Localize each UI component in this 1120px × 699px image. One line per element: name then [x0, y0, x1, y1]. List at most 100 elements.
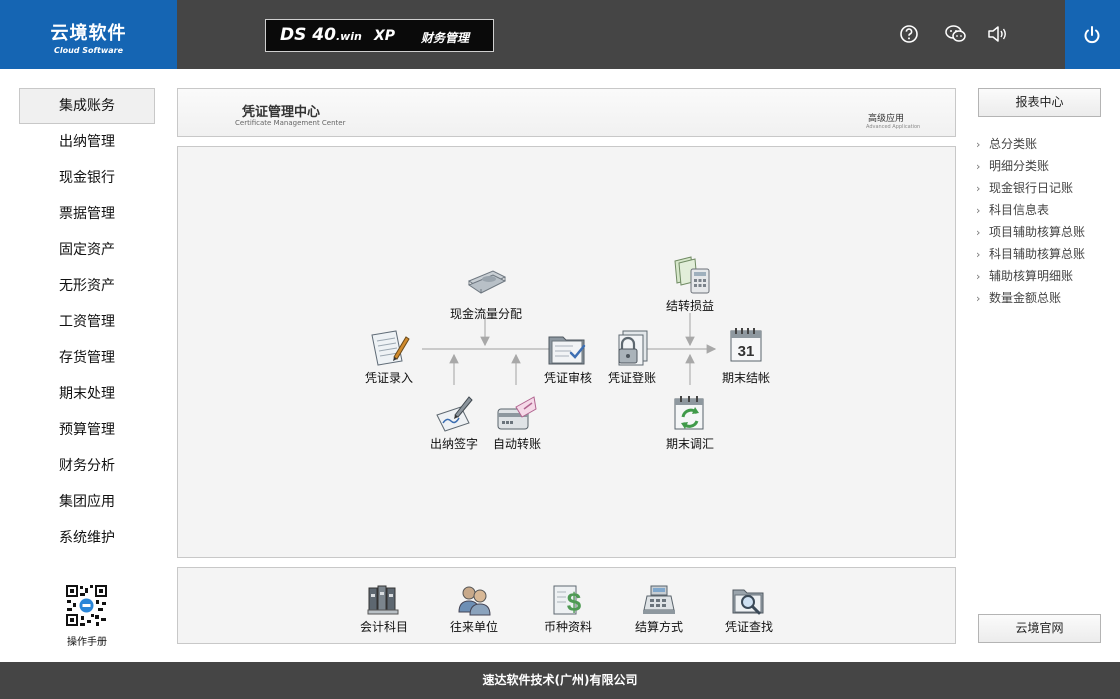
help-icon[interactable]	[899, 24, 921, 46]
node-label: 现金流量分配	[449, 307, 522, 321]
nav-item[interactable]: 系统维护	[19, 520, 155, 556]
search-folder-icon	[731, 582, 767, 616]
left-nav: 集成账务 出纳管理 现金银行 票据管理 固定资产 无形资产 工资管理 存货管理 期末处理 预算管理…	[19, 88, 155, 556]
flow-voucher-posting[interactable]: 凭证登账	[604, 327, 660, 386]
report-link-label: 数量金额总账	[989, 291, 1062, 305]
tool-label: 往来单位	[449, 620, 498, 634]
page-subtitle: Certificate Management Center	[235, 119, 346, 127]
card-transfer-icon	[494, 393, 540, 433]
folder-check-icon	[545, 327, 591, 367]
voucher-flow-panel: 现金流量分配 结转损益 凭证录入 凭证审核 凭证登账 31 期末结帐 出纳签字 …	[177, 146, 956, 558]
product-edition: XP	[374, 28, 396, 44]
chevron-right-icon: ›	[976, 160, 981, 173]
report-link[interactable]: › 项目辅助核算总账	[976, 223, 1116, 245]
calendar-icon: 31	[723, 323, 769, 367]
flow-transfer-profit-loss[interactable]: 结转损益	[659, 255, 721, 314]
tool-label: 凭证查找	[724, 620, 773, 634]
nav-item[interactable]: 集成账务	[19, 88, 155, 124]
nav-item[interactable]: 无形资产	[19, 268, 155, 304]
report-link-label: 项目辅助核算总账	[989, 225, 1086, 239]
report-link-label: 明细分类账	[989, 159, 1050, 173]
flow-period-close[interactable]: 31 期末结帐	[716, 323, 776, 386]
calculator-money-icon	[667, 255, 713, 295]
report-link[interactable]: › 明细分类账	[976, 157, 1116, 179]
report-link[interactable]: › 现金银行日记账	[976, 179, 1116, 201]
footer-company: 速达软件技术(广州)有限公司	[0, 662, 1120, 699]
manual-label[interactable]: 操作手册	[50, 633, 124, 648]
report-link-label: 总分类账	[989, 137, 1038, 151]
chevron-right-icon: ›	[976, 138, 981, 151]
tool-account-subjects[interactable]: 会计科目	[356, 582, 412, 635]
node-label: 期末调汇	[665, 437, 714, 451]
nav-item[interactable]: 出纳管理	[19, 124, 155, 160]
product-version: DS 40.win	[280, 25, 362, 45]
document-pen-icon	[366, 327, 412, 367]
calendar-refresh-icon	[667, 393, 713, 433]
tool-currency[interactable]: $ 币种资料	[540, 582, 596, 635]
flow-cashier-sign[interactable]: 出纳签字	[423, 393, 485, 452]
report-link[interactable]: › 总分类账	[976, 135, 1116, 157]
cash-register-icon	[641, 582, 677, 616]
tool-label: 结算方式	[634, 620, 683, 634]
svg-text:$: $	[567, 587, 582, 616]
tool-voucher-search[interactable]: 凭证查找	[721, 582, 777, 635]
svg-text:31: 31	[738, 343, 755, 360]
chevron-right-icon: ›	[976, 248, 981, 261]
report-links: › 总分类账 › 明细分类账 › 现金银行日记账 › 科目信息表 › 项目辅助核算总账 › 科目辅助核…	[976, 135, 1116, 311]
top-bar: 云境软件 Cloud Software DS 40.win XP 财务管理	[0, 0, 1120, 69]
flow-cashflow-allocation[interactable]: 现金流量分配	[444, 263, 528, 322]
logo-text-en: Cloud Software	[53, 46, 124, 55]
flow-voucher-audit[interactable]: 凭证审核	[540, 327, 596, 386]
contacts-icon	[456, 582, 492, 616]
flow-voucher-entry[interactable]: 凭证录入	[358, 327, 420, 386]
tool-label: 会计科目	[359, 620, 408, 634]
node-label: 凭证登账	[607, 371, 656, 385]
tool-label: 币种资料	[543, 620, 592, 634]
tool-settlement-method[interactable]: 结算方式	[631, 582, 687, 635]
page-title: 凭证管理中心	[242, 105, 321, 120]
folder-lock-icon	[609, 327, 655, 367]
report-link[interactable]: › 辅助核算明细账	[976, 267, 1116, 289]
node-label: 出纳签字	[429, 437, 478, 451]
nav-item[interactable]: 期末处理	[19, 376, 155, 412]
report-center-button[interactable]: 报表中心	[978, 88, 1101, 117]
qr-code-icon[interactable]	[65, 584, 108, 627]
flow-period-fx-adjust[interactable]: 期末调汇	[659, 393, 721, 452]
ledger-binders-icon	[366, 582, 402, 616]
cash-stack-icon	[463, 263, 509, 303]
advanced-app-link[interactable]: 高级应用	[868, 111, 904, 124]
node-label: 结转损益	[665, 299, 714, 313]
nav-item[interactable]: 工资管理	[19, 304, 155, 340]
tools-panel: 会计科目 往来单位 $ 币种资料 结算方式 凭证查找	[177, 567, 956, 644]
nav-item[interactable]: 固定资产	[19, 232, 155, 268]
nav-item[interactable]: 现金银行	[19, 160, 155, 196]
report-link[interactable]: › 数量金额总账	[976, 289, 1116, 311]
nav-item[interactable]: 集团应用	[19, 484, 155, 520]
node-label: 凭证录入	[364, 371, 413, 385]
product-banner: DS 40.win XP 财务管理	[265, 19, 494, 52]
tool-contacts[interactable]: 往来单位	[446, 582, 502, 635]
chevron-right-icon: ›	[976, 226, 981, 239]
power-button[interactable]	[1065, 0, 1120, 69]
advanced-app-subtitle: Advanced Application	[866, 124, 921, 130]
product-name: 财务管理	[421, 31, 470, 45]
chevron-right-icon: ›	[976, 270, 981, 283]
report-link-label: 科目信息表	[989, 203, 1050, 217]
nav-item[interactable]: 财务分析	[19, 448, 155, 484]
brand-logo: 云境软件 Cloud Software	[0, 0, 177, 69]
volume-icon[interactable]	[987, 24, 1009, 46]
nav-item[interactable]: 票据管理	[19, 196, 155, 232]
wechat-icon[interactable]	[945, 24, 967, 46]
nav-item[interactable]: 存货管理	[19, 340, 155, 376]
chevron-right-icon: ›	[976, 292, 981, 305]
nav-item[interactable]: 预算管理	[19, 412, 155, 448]
chevron-right-icon: ›	[976, 182, 981, 195]
power-icon	[1084, 26, 1100, 44]
flow-auto-transfer[interactable]: 自动转账	[486, 393, 548, 452]
node-label: 自动转账	[492, 437, 541, 451]
official-website-button[interactable]: 云境官网	[978, 614, 1101, 643]
report-link[interactable]: › 科目信息表	[976, 201, 1116, 223]
node-label: 期末结帐	[721, 371, 770, 385]
report-link[interactable]: › 科目辅助核算总账	[976, 245, 1116, 267]
currency-icon: $	[550, 582, 586, 617]
